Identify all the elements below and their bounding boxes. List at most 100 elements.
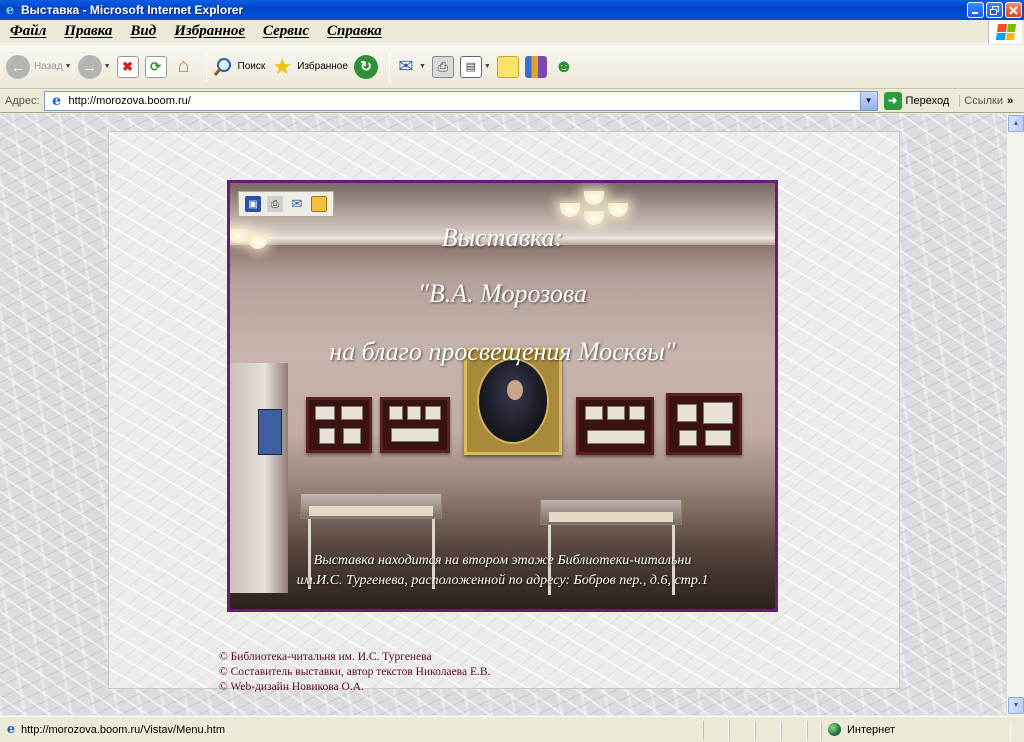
credit-line: © Библиотека-читальня им. И.С. Тургенева <box>219 651 432 663</box>
security-zone: Интернет <box>821 720 1011 739</box>
content-panel: Выставка: "В.А. Морозова на благо просве… <box>108 131 900 693</box>
address-bar: Адрес: e http://morozova.boom.ru/ ▼ ➜ Пе… <box>0 89 1024 113</box>
status-text: http://morozova.boom.ru/Vistav/Menu.htm <box>21 723 225 736</box>
title-bar: e Выставка - Microsoft Internet Explorer <box>0 0 1024 20</box>
windows-logo-icon <box>988 20 1022 44</box>
search-button[interactable]: Поиск <box>212 50 266 84</box>
back-dropdown-icon[interactable]: ▼ <box>65 63 72 70</box>
stop-icon: ✖ <box>116 55 139 78</box>
note-icon <box>496 55 519 78</box>
status-bar: e http://morozova.boom.ru/Vistav/Menu.ht… <box>0 716 1024 742</box>
display-case <box>540 499 682 525</box>
close-icon <box>1009 5 1018 15</box>
history-icon: ↻ <box>353 54 378 79</box>
menu-help[interactable]: Справка <box>327 23 382 40</box>
stop-button[interactable]: ✖ <box>116 50 139 84</box>
exhibition-title-line3: на благо просвещения Москвы" <box>329 337 676 366</box>
back-label: Назад <box>34 61 63 72</box>
location-note-line1: Выставка находится на втором этаже Библи… <box>313 553 692 568</box>
links-label: Ссылки <box>964 94 1003 107</box>
window-title: Выставка - Microsoft Internet Explorer <box>21 3 244 17</box>
back-arrow-icon: ← <box>6 54 30 79</box>
refresh-button[interactable]: ⟳ <box>144 50 167 84</box>
page-icon: e <box>52 92 61 109</box>
search-label: Поиск <box>237 61 266 72</box>
forward-button[interactable]: → ▼ <box>77 50 111 84</box>
mail-button[interactable]: ✉ ▼ <box>395 50 426 84</box>
go-label: Переход <box>905 94 950 107</box>
forward-dropdown-icon[interactable]: ▼ <box>104 63 111 70</box>
toolbar-separator <box>205 51 207 82</box>
address-url[interactable]: http://morozova.boom.ru/ <box>69 95 191 107</box>
location-note-line2: им.И.С. Тургенева, расположенной по адре… <box>296 573 709 588</box>
links-toolbar[interactable]: Ссылки » <box>959 94 1013 107</box>
printer-icon: ⎙ <box>431 55 454 78</box>
forward-arrow-icon: → <box>77 54 102 79</box>
mail-icon: ✉ <box>398 56 414 76</box>
scroll-down-icon[interactable]: ▼ <box>1008 697 1024 714</box>
messenger-button[interactable]: ☻ <box>553 50 575 84</box>
print-button[interactable]: ⎙ <box>431 50 454 84</box>
mail-icon[interactable]: ✉ <box>289 196 305 212</box>
favorites-button[interactable]: ★ Избранное <box>271 50 348 84</box>
toolbar-separator <box>388 51 390 82</box>
status-page-icon: e <box>6 722 16 737</box>
address-label: Адрес: <box>5 94 40 107</box>
home-button[interactable]: ⌂ <box>173 50 195 84</box>
go-button[interactable]: ➜ Переход <box>883 91 950 110</box>
exhibition-title-line1: Выставка: <box>441 223 564 252</box>
save-icon[interactable]: ▣ <box>245 196 261 212</box>
my-pictures-icon[interactable] <box>311 196 327 212</box>
menu-favorites[interactable]: Избранное <box>174 23 245 40</box>
wall-frame <box>306 397 372 453</box>
address-input[interactable]: e http://morozova.boom.ru/ ▼ <box>43 90 878 111</box>
exhibition-photo: Выставка: "В.А. Морозова на благо просве… <box>227 180 778 612</box>
edit-page-icon: ▤ <box>459 55 482 78</box>
status-cell <box>781 720 807 739</box>
display-case <box>300 493 442 519</box>
scroll-up-icon[interactable]: ▲ <box>1008 115 1024 132</box>
minimize-button[interactable] <box>967 2 984 18</box>
internet-globe-icon <box>828 723 841 736</box>
back-button[interactable]: ← Назад ▼ <box>6 50 72 84</box>
wall-frame <box>576 397 654 455</box>
status-cell <box>755 720 781 739</box>
credits: © Библиотека-читальня им. И.С. Тургенева… <box>219 650 490 695</box>
ie-app-icon: e <box>5 2 15 18</box>
menu-bar: Файл Правка Вид Избранное Сервис Справка <box>0 20 1024 44</box>
wall-frame <box>666 393 742 455</box>
restore-icon <box>990 5 999 15</box>
menu-edit[interactable]: Правка <box>64 23 112 40</box>
minimize-icon <box>972 11 978 14</box>
favorites-label: Избранное <box>297 61 348 72</box>
favorites-star-icon: ★ <box>272 53 293 79</box>
menu-file[interactable]: Файл <box>10 23 46 40</box>
wall-frame <box>380 397 450 453</box>
credit-line: © Web-дизайн Новикова О.А. <box>219 681 364 693</box>
address-dropdown-icon[interactable]: ▼ <box>859 91 877 110</box>
edit-button[interactable]: ▤ ▼ <box>459 50 491 84</box>
links-more-icon[interactable]: » <box>1007 95 1013 107</box>
home-icon: ⌂ <box>177 55 190 77</box>
exhibition-title-line2: "В.А. Морозова <box>417 279 588 308</box>
mail-dropdown-icon[interactable]: ▼ <box>419 63 426 70</box>
credit-line: © Составитель выставки, автор текстов Ни… <box>219 666 491 678</box>
go-arrow-icon: ➜ <box>883 91 902 110</box>
zone-label: Интернет <box>847 723 895 736</box>
research-button[interactable] <box>524 50 547 84</box>
menu-view[interactable]: Вид <box>130 23 156 40</box>
close-button[interactable] <box>1005 2 1022 18</box>
search-icon <box>212 56 234 78</box>
research-books-icon <box>524 55 547 78</box>
print-icon[interactable]: ⎙ <box>267 196 283 212</box>
image-toolbar: ▣ ⎙ ✉ <box>238 191 334 217</box>
status-cell <box>703 720 729 739</box>
status-cell <box>807 720 821 739</box>
discuss-button[interactable] <box>496 50 519 84</box>
history-button[interactable]: ↻ <box>353 50 378 84</box>
restore-button[interactable] <box>986 2 1003 18</box>
edit-dropdown-icon[interactable]: ▼ <box>484 63 491 70</box>
menu-tools[interactable]: Сервис <box>263 23 309 40</box>
page-content: Выставка: "В.А. Морозова на благо просве… <box>0 114 1006 715</box>
vertical-scrollbar[interactable]: ▲ ▼ <box>1006 114 1024 715</box>
